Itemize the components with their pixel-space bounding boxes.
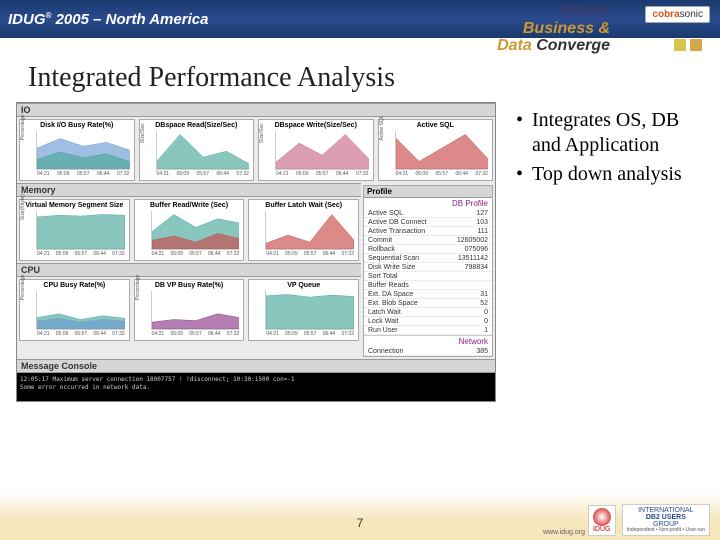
chart-dbspace-read-size-sec-: DBspace Read(Size/Sec)Size/Sec04:2105:09… (139, 119, 255, 181)
page-number: 7 (357, 516, 364, 530)
chart-title: Buffer Latch Wait (Sec) (251, 202, 356, 210)
profile-row: Buffer Reads (364, 281, 492, 290)
chart-title: Disk I/O Busy Rate(%) (22, 122, 132, 130)
chart-dbspace-write-size-sec-: DBspace Write(Size/Sec)Size/Sec04:2105:0… (258, 119, 374, 181)
profile-type: DB Profile (364, 198, 492, 209)
slide-footer: 7 www.idug.org IDUG INTERNATIONAL DB2 US… (0, 492, 720, 540)
profile-row: Disk Write Size798834 (364, 263, 492, 272)
profile-row: Sort Total (364, 272, 492, 281)
decor-squares (0, 38, 720, 52)
bullet-list: Integrates OS, DB and Application Top dow… (496, 102, 712, 402)
profile-row: Lock Wait0 (364, 317, 492, 326)
idug-logo: IDUG® 2005 – North America (8, 11, 208, 28)
footer-url: www.idug.org (543, 529, 585, 536)
chart-vp-queue: VP Queue04:2105:0905:5706:4407:32 (248, 279, 359, 341)
network-header: Network (364, 335, 492, 347)
chart-cpu-busy-rate-: CPU Busy Rate(%)Percentage04:2105:0905:5… (19, 279, 130, 341)
console-header: Message Console (17, 359, 495, 373)
profile-row: Commit12605002 (364, 236, 492, 245)
chart-title: Virtual Memory Segment Size (22, 202, 127, 210)
chart-virtual-memory-segment-size: Virtual Memory Segment SizeSize(Kbyte)04… (19, 199, 130, 261)
profile-row: Run User1 (364, 326, 492, 335)
slide-header: IDUG® 2005 – North America Where Busines… (0, 0, 720, 38)
chart-title: Active SQL (381, 122, 491, 130)
bullet-item: Top down analysis (516, 162, 702, 187)
chart-disk-i-o-busy-rate-: Disk I/O Busy Rate(%)Percentage04:2105:0… (19, 119, 135, 181)
profile-row: Active Transaction111 (364, 227, 492, 236)
profile-row: Rollback075096 (364, 245, 492, 254)
db2-users-logo: INTERNATIONAL DB2 USERS GROUP Independen… (622, 504, 710, 536)
section-memory: Memory (17, 183, 361, 197)
chart-title: DBspace Write(Size/Sec) (261, 122, 371, 130)
message-console: 12:05:17 Maximum server connection 18007… (17, 373, 495, 401)
chart-title: VP Queue (251, 282, 356, 290)
chart-title: Buffer Read/Write (Sec) (137, 202, 242, 210)
profile-row: Active SQL127 (364, 209, 492, 218)
chart-title: DB VP Busy Rate(%) (137, 282, 242, 290)
chart-buffer-latch-wait-sec-: Buffer Latch Wait (Sec)04:2105:0905:5706… (248, 199, 359, 261)
bullet-item: Integrates OS, DB and Application (516, 108, 702, 158)
section-io: IO (17, 103, 495, 117)
chart-buffer-read-write-sec-: Buffer Read/Write (Sec)04:2105:0905:5706… (134, 199, 245, 261)
profile-row: Ext. Blob Space52 (364, 299, 492, 308)
profile-row: Sequential Scan13511142 (364, 254, 492, 263)
profile-header: Profile (364, 186, 492, 198)
idug-footer-logo: IDUG (588, 505, 616, 536)
chart-db-vp-busy-rate-: DB VP Busy Rate(%)Percentage04:2105:0905… (134, 279, 245, 341)
network-row: Connection385 (364, 347, 492, 356)
chart-title: CPU Busy Rate(%) (22, 282, 127, 290)
profile-row: Ext. DA Space31 (364, 290, 492, 299)
slide-title: Integrated Performance Analysis (0, 52, 720, 102)
profile-row: Latch Wait0 (364, 308, 492, 317)
chart-active-sql: Active SQLActive SQL04:2105:0905:5706:44… (378, 119, 494, 181)
dashboard-screenshot: IO Disk I/O Busy Rate(%)Percentage04:210… (16, 102, 496, 402)
profile-row: Active DB Connect103 (364, 218, 492, 227)
chart-title: DBspace Read(Size/Sec) (142, 122, 252, 130)
profile-panel: Profile DB Profile Active SQL127Active D… (363, 185, 493, 357)
section-cpu: CPU (17, 263, 361, 277)
sponsor-logo: cobrasonic (645, 6, 710, 23)
